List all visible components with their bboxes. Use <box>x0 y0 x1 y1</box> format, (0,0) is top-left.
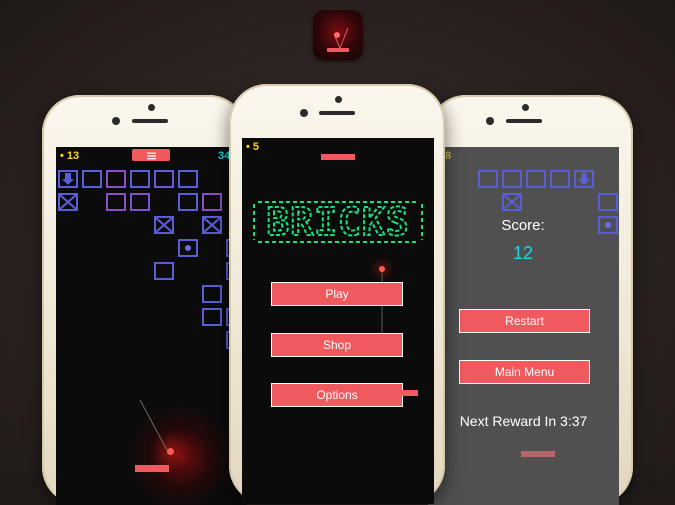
paddle[interactable] <box>135 465 169 472</box>
coin-counter: 8 <box>445 150 452 162</box>
brick <box>154 262 174 280</box>
restart-button[interactable]: Restart <box>459 309 590 333</box>
brick <box>178 170 198 188</box>
dot-icon <box>605 222 611 228</box>
brick <box>178 193 198 211</box>
crossed-brick <box>58 193 78 211</box>
dot-icon <box>185 245 191 251</box>
crossed-brick <box>502 193 522 211</box>
ball <box>167 448 174 455</box>
paddle <box>521 451 555 457</box>
front-camera <box>486 117 494 125</box>
play-button[interactable]: Play <box>271 282 403 306</box>
sensor-dot <box>335 96 342 103</box>
cross-icon <box>203 217 221 233</box>
bricks-logo-icon <box>327 27 349 52</box>
final-score: 12 <box>512 243 534 263</box>
crossed-brick <box>202 216 222 234</box>
speaker-grille <box>132 119 168 123</box>
cross-icon <box>503 194 521 210</box>
coin-counter: • 13 <box>60 150 80 162</box>
brick <box>130 170 150 188</box>
cross-icon <box>155 217 173 233</box>
brick <box>202 193 222 211</box>
down-arrow-icon <box>578 173 590 185</box>
arrow-brick <box>58 170 78 188</box>
speaker-grille <box>319 111 355 115</box>
brick <box>154 170 174 188</box>
brick <box>478 170 498 188</box>
shop-button[interactable]: Shop <box>271 333 403 357</box>
options-button[interactable]: Options <box>271 383 403 407</box>
down-arrow-icon <box>62 173 74 185</box>
speaker-grille <box>506 119 542 123</box>
phone-left: • 13 34 <box>42 95 247 505</box>
brick <box>598 193 618 211</box>
brick <box>106 170 126 188</box>
next-reward-text: Next Reward In 3:37 <box>459 413 588 429</box>
menu-button[interactable] <box>132 149 170 161</box>
screen-main-menu: • 5 BRICKS Play Shop Options <box>242 138 434 504</box>
arrow-brick <box>574 170 594 188</box>
main-menu-button[interactable]: Main Menu <box>459 360 590 384</box>
front-camera <box>300 109 308 117</box>
app-icon <box>313 10 363 60</box>
brick <box>130 193 150 211</box>
screen-game-over: 8 Score: 12 Restart Main Menu Next Rewar… <box>428 147 619 505</box>
sensor-dot <box>522 104 529 111</box>
brick <box>550 170 570 188</box>
hamburger-menu-icon <box>147 152 156 160</box>
score-label: Score: <box>501 217 545 234</box>
front-camera <box>112 117 120 125</box>
phone-right: 8 Score: 12 Restart Main Menu Next Rewar… <box>428 95 633 505</box>
dot-brick <box>178 239 198 257</box>
dot-brick <box>598 216 618 234</box>
brick <box>106 193 126 211</box>
brick <box>526 170 546 188</box>
brick <box>202 285 222 303</box>
screen-gameplay[interactable]: • 13 34 <box>56 147 247 505</box>
coin-count: 13 <box>66 150 80 162</box>
ball-trail <box>381 272 383 333</box>
brick <box>82 170 102 188</box>
crossed-brick <box>154 216 174 234</box>
phone-center: • 5 BRICKS Play Shop Options <box>229 84 445 504</box>
brick <box>502 170 522 188</box>
cross-icon <box>59 194 77 210</box>
paddle <box>402 390 418 396</box>
sensor-dot <box>148 104 155 111</box>
brick <box>202 308 222 326</box>
